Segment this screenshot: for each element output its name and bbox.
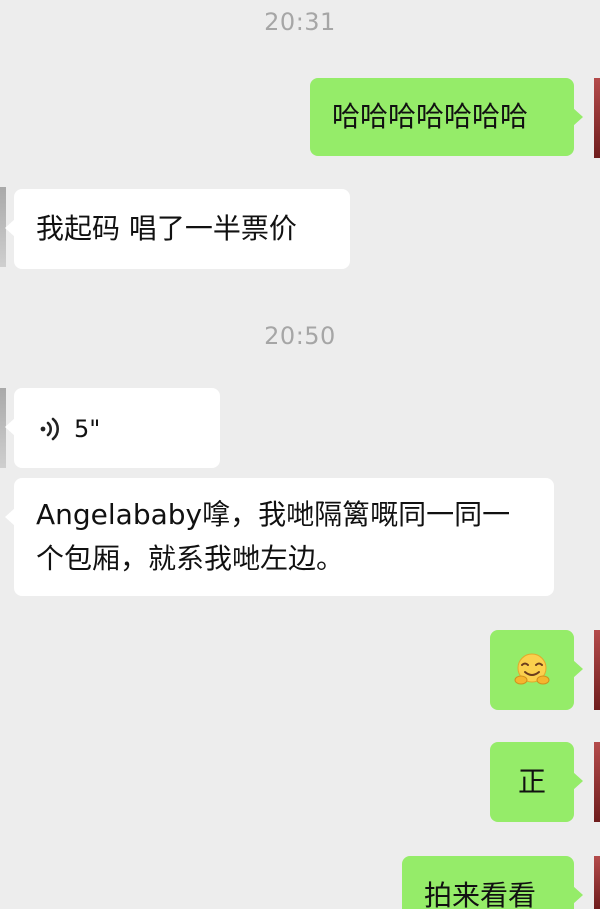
outgoing-avatar-edge[interactable] [594, 630, 600, 710]
chat-conversation: 20:31 哈哈哈哈哈哈哈 我起码 唱了一半票价 20:50 5" Angela… [0, 0, 600, 909]
timestamp: 20:50 [264, 322, 336, 350]
outgoing-message-bubble[interactable] [490, 630, 583, 710]
outgoing-message-bubble[interactable]: 拍来看看 [402, 856, 583, 909]
voice-message-bubble[interactable]: 5" [5, 388, 220, 468]
outgoing-avatar-edge[interactable] [594, 742, 600, 822]
voice-duration: 5" [74, 415, 101, 443]
incoming-message-bubble[interactable]: 我起码 唱了一半票价 [5, 189, 350, 269]
hugging-face-emoji-icon [514, 653, 550, 685]
outgoing-message-bubble[interactable]: 正 [490, 742, 583, 822]
outgoing-avatar-edge[interactable] [594, 856, 600, 909]
outgoing-message-bubble[interactable]: 哈哈哈哈哈哈哈 [310, 78, 583, 156]
outgoing-avatar-edge[interactable] [594, 78, 600, 158]
message-text: 拍来看看 [424, 879, 537, 909]
message-text: 哈哈哈哈哈哈哈 [332, 100, 529, 133]
incoming-message-bubble[interactable]: Angelababy嗱，我哋隔篱嘅同一同一个包厢，就系我哋左边。 [5, 478, 554, 596]
message-text: 我起码 唱了一半票价 [36, 212, 297, 245]
voice-wave-icon [40, 417, 59, 441]
message-text: Angelababy嗱，我哋隔篱嘅同一同一个包厢，就系我哋左边。 [36, 498, 511, 575]
message-text: 正 [517, 765, 546, 798]
timestamp: 20:31 [264, 8, 336, 36]
